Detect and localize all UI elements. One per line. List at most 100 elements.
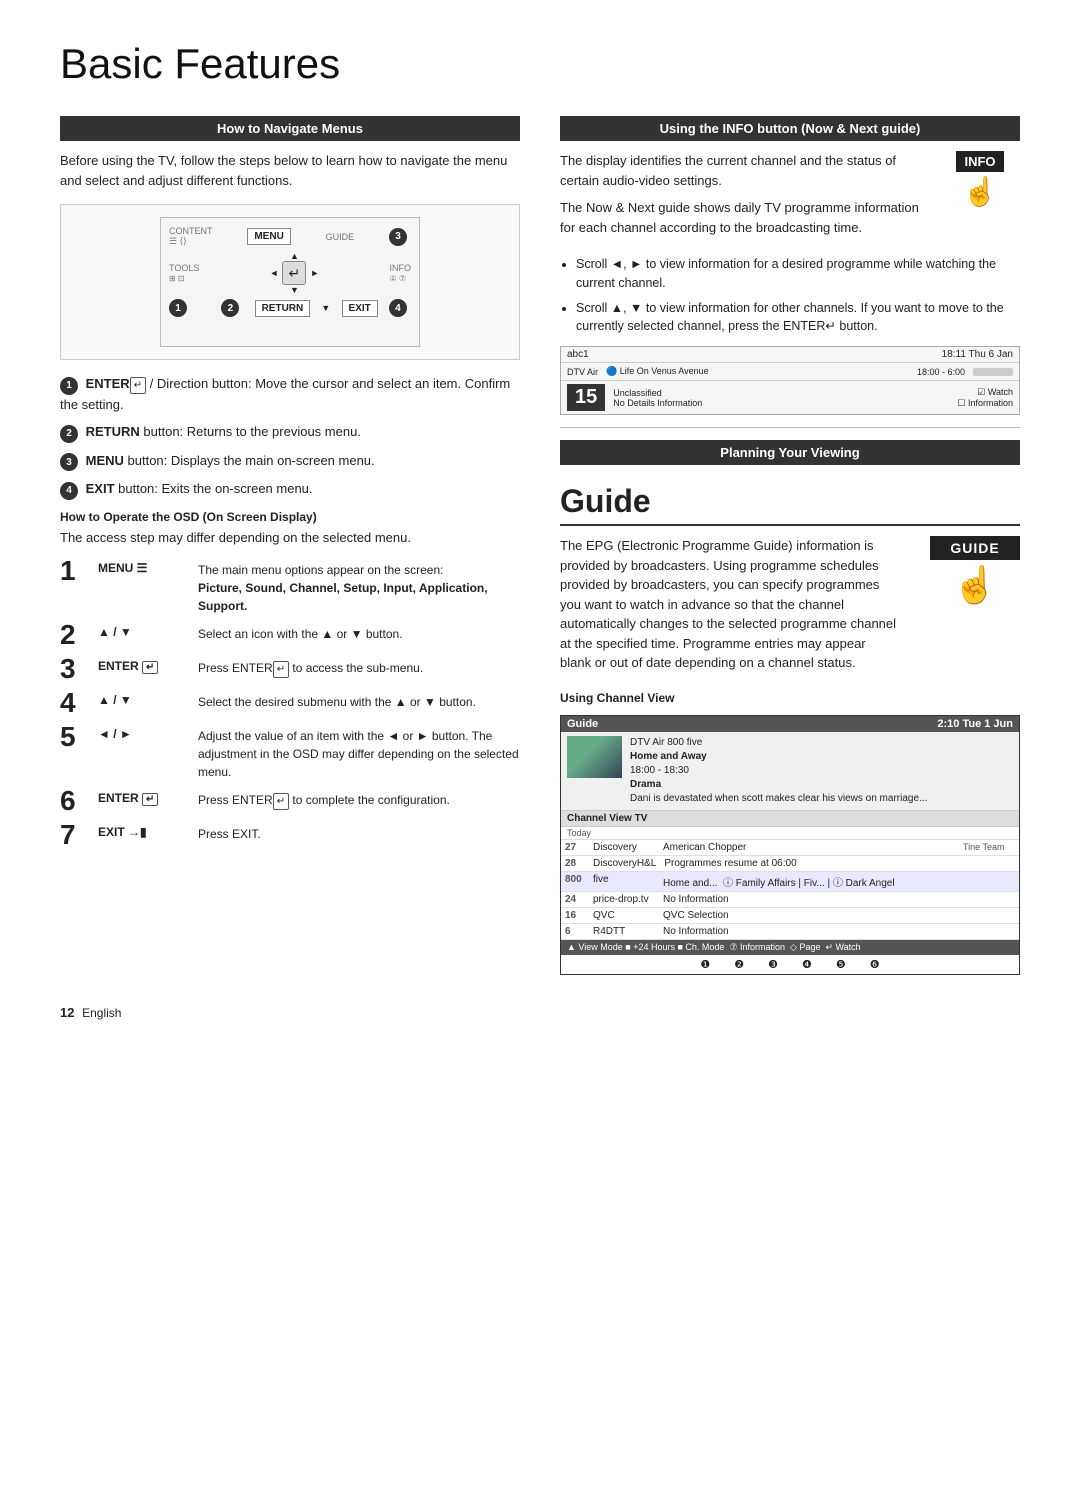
table-row: 6 R4DTT No Information bbox=[561, 924, 1019, 940]
info-bullet-1: Scroll ◄, ► to view information for a de… bbox=[576, 255, 1020, 293]
planning-header: Planning Your Viewing bbox=[560, 440, 1020, 465]
ch-num-4: 24 bbox=[561, 892, 589, 907]
ch-num-1: 27 bbox=[561, 840, 589, 855]
table-row: 24 price-drop.tv No Information bbox=[561, 892, 1019, 908]
info-box-channel: abc1 bbox=[567, 349, 589, 360]
footer-num-5: ❺ bbox=[836, 958, 846, 971]
annotation-1: 1 bbox=[169, 299, 187, 317]
epg-header-left: Guide bbox=[567, 718, 598, 730]
guide-intro: The EPG (Electronic Programme Guide) inf… bbox=[560, 536, 900, 673]
epg-featured-time: 18:00 - 18:30 bbox=[630, 764, 927, 778]
info-btn-label: INFO bbox=[956, 151, 1003, 172]
ch-num-6: 6 bbox=[561, 924, 589, 939]
remote-diagram: CONTENT☰ ⟨⟩ MENU GUIDE 3 TOOLS⊞ ⊡ ▲ bbox=[60, 204, 520, 360]
ch-prog-5: QVC Selection bbox=[659, 908, 959, 923]
annotation-2: 2 bbox=[221, 299, 239, 317]
epg-thumbnail bbox=[567, 736, 622, 778]
navigate-intro: Before using the TV, follow the steps be… bbox=[60, 151, 520, 190]
guide-title: Guide bbox=[560, 483, 1020, 526]
osd-subsection: How to Operate the OSD (On Screen Displa… bbox=[60, 510, 520, 548]
ch-name-5: QVC bbox=[589, 908, 659, 923]
ch-extra-2 bbox=[959, 856, 1019, 871]
epg-today: Today bbox=[561, 827, 1019, 840]
return-button-label[interactable]: RETURN bbox=[255, 300, 311, 317]
guide-body: The EPG (Electronic Programme Guide) inf… bbox=[560, 536, 1020, 681]
page-title: Basic Features bbox=[60, 40, 1020, 88]
epg-header: Guide 2:10 Tue 1 Jun bbox=[561, 716, 1019, 732]
step-4: 4 ▲ / ▼ Select the desired submenu with … bbox=[60, 689, 520, 717]
guide-text: The EPG (Electronic Programme Guide) inf… bbox=[560, 536, 900, 681]
epg-table: Guide 2:10 Tue 1 Jun DTV Air 800 five Ho… bbox=[560, 715, 1020, 975]
epg-featured-desc: Dani is devastated when scott makes clea… bbox=[630, 792, 927, 806]
footer-num-1: ❶ bbox=[700, 958, 710, 971]
step-5: 5 ◄ / ► Adjust the value of an item with… bbox=[60, 723, 520, 781]
ch-num-3: 800 bbox=[561, 872, 589, 891]
ch-extra-5 bbox=[959, 908, 1019, 923]
info-box-dtv-prog: 🔵 Life On Venus Avenue bbox=[606, 366, 909, 377]
footer-num-2: ❷ bbox=[734, 958, 744, 971]
annotation-return: 2 RETURN button: Returns to the previous… bbox=[60, 422, 520, 443]
footer-num-6: ❻ bbox=[870, 958, 880, 971]
footer-num-3: ❸ bbox=[768, 958, 778, 971]
info-box-sub1: Unclassified bbox=[613, 388, 949, 398]
info-box-time: 18:11 Thu 6 Jan bbox=[942, 349, 1013, 360]
ch-name-3: five bbox=[589, 872, 659, 891]
info-button-header: Using the INFO button (Now & Next guide) bbox=[560, 116, 1020, 141]
right-column: Using the INFO button (Now & Next guide)… bbox=[560, 116, 1020, 975]
annotations-list: 1 ENTER↵ / Direction button: Move the cu… bbox=[60, 374, 520, 500]
ch-name-1: Discovery bbox=[589, 840, 659, 855]
step-3: 3 ENTER ↵ Press ENTER↵ to access the sub… bbox=[60, 655, 520, 683]
ch-name-2: DiscoveryH&L bbox=[589, 856, 660, 871]
page-number: 12 bbox=[60, 1005, 74, 1020]
annotation-menu: 3 MENU button: Displays the main on-scre… bbox=[60, 451, 520, 472]
epg-info: DTV Air 800 five Home and Away 18:00 - 1… bbox=[630, 736, 927, 806]
ch-extra-6 bbox=[959, 924, 1019, 939]
info-box-dtv-time: 18:00 - 6:00 bbox=[917, 367, 965, 377]
table-row: 800 five Home and... ⓘ Family Affairs | … bbox=[561, 872, 1019, 892]
epg-channels-header: Channel View TV bbox=[561, 811, 1019, 827]
epg-featured: DTV Air 800 five Home and Away 18:00 - 1… bbox=[561, 732, 1019, 811]
footer-num-4: ❹ bbox=[802, 958, 812, 971]
guide-btn: GUIDE bbox=[930, 536, 1020, 560]
info-bullets: Scroll ◄, ► to view information for a de… bbox=[576, 255, 1020, 336]
guide-image: GUIDE ☝ bbox=[930, 536, 1020, 681]
step-6: 6 ENTER ↵ Press ENTER↵ to complete the c… bbox=[60, 787, 520, 815]
page-language: English bbox=[82, 1006, 121, 1020]
annotation-3: 3 bbox=[389, 228, 407, 246]
info-bullet-2: Scroll ▲, ▼ to view information for othe… bbox=[576, 299, 1020, 337]
epg-featured-title: DTV Air 800 five bbox=[630, 736, 927, 750]
ch-extra-1: Tine Team bbox=[959, 840, 1019, 855]
ch-num-2: 28 bbox=[561, 856, 589, 871]
table-row: 16 QVC QVC Selection bbox=[561, 908, 1019, 924]
menu-button-label[interactable]: MENU bbox=[247, 228, 290, 245]
annotation-4: 4 bbox=[389, 299, 407, 317]
epg-featured-prog: Home and Away bbox=[630, 750, 927, 764]
table-row: 28 DiscoveryH&L Programmes resume at 06:… bbox=[561, 856, 1019, 872]
ch-prog-3: Home and... ⓘ Family Affairs | Fiv... | … bbox=[659, 872, 959, 891]
ch-extra-3 bbox=[959, 872, 1019, 891]
channel-view-title: Using Channel View bbox=[560, 691, 1020, 705]
info-box-information: ☐ Information bbox=[957, 398, 1013, 409]
exit-button-label[interactable]: EXIT bbox=[342, 300, 378, 317]
ch-num-5: 16 bbox=[561, 908, 589, 923]
ch-prog-6: No Information bbox=[659, 924, 959, 939]
info-intro2: The Now & Next guide shows daily TV prog… bbox=[560, 198, 928, 237]
info-intro1: The display identifies the current chann… bbox=[560, 151, 928, 190]
osd-title: How to Operate the OSD (On Screen Displa… bbox=[60, 510, 520, 524]
info-display-box: abc1 18:11 Thu 6 Jan DTV Air 🔵 Life On V… bbox=[560, 346, 1020, 415]
table-row: 27 Discovery American Chopper Tine Team bbox=[561, 840, 1019, 856]
info-box-dtv: DTV Air bbox=[567, 367, 598, 377]
page-footer: 12 English bbox=[60, 1005, 1020, 1020]
ch-prog-4: No Information bbox=[659, 892, 959, 907]
epg-featured-genre: Drama bbox=[630, 778, 927, 792]
osd-steps: 1 MENU ☰ The main menu options appear on… bbox=[60, 557, 520, 849]
epg-footer-bar: ▲ View Mode ■ +24 Hours ■ Ch. Mode ⑦ Inf… bbox=[561, 940, 1019, 955]
ch-name-6: R4DTT bbox=[589, 924, 659, 939]
epg-header-right: 2:10 Tue 1 Jun bbox=[937, 718, 1013, 730]
info-box-num: 15 bbox=[567, 384, 605, 411]
annotation-enter: 1 ENTER↵ / Direction button: Move the cu… bbox=[60, 374, 520, 414]
ch-extra-4 bbox=[959, 892, 1019, 907]
guide-hand-icon: ☝ bbox=[930, 564, 1020, 606]
step-2: 2 ▲ / ▼ Select an icon with the ▲ or ▼ b… bbox=[60, 621, 520, 649]
epg-footer-nums: ❶ ❷ ❸ ❹ ❺ ❻ bbox=[561, 955, 1019, 974]
